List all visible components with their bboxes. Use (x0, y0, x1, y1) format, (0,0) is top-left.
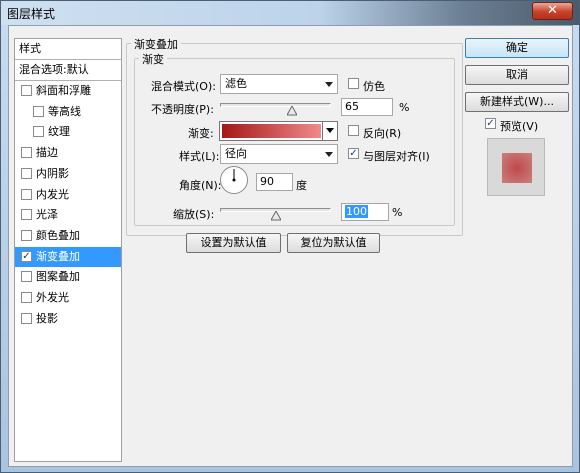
style-list-item[interactable]: 描边 (15, 143, 121, 163)
style-item-label: 颜色叠加 (36, 228, 80, 242)
dither-checkbox[interactable] (348, 78, 359, 89)
new-style-button[interactable]: 新建样式(W)... (465, 92, 569, 112)
style-item-checkbox[interactable] (33, 126, 44, 138)
dither-label: 仿色 (363, 80, 385, 93)
style-item-checkbox[interactable] (21, 271, 32, 283)
make-default-button[interactable]: 设置为默认值 (186, 233, 281, 253)
ok-button[interactable]: 确定 (465, 38, 569, 58)
style-preview (487, 138, 545, 196)
reverse-checkbox[interactable] (348, 125, 359, 136)
style-item-label: 内发光 (36, 187, 69, 201)
style-list-header[interactable]: 样式 (15, 39, 121, 59)
scale-unit: % (392, 206, 403, 219)
angle-dial[interactable] (220, 166, 248, 194)
style-item-checkbox[interactable] (21, 292, 32, 303)
style-item-label: 投影 (36, 311, 58, 325)
style-list-item[interactable]: ✓ 渐变叠加 (15, 246, 121, 267)
opacity-slider[interactable] (220, 103, 331, 107)
style-select[interactable]: 径向 (220, 144, 338, 164)
style-item-label: 纹理 (48, 125, 70, 139)
style-list-item[interactable]: 斜面和浮雕 (15, 81, 121, 101)
style-list-item[interactable]: 内发光 (15, 185, 121, 205)
close-icon: ✕ (547, 3, 558, 18)
style-list-item[interactable]: 等高线 (15, 102, 121, 122)
scale-slider-thumb[interactable] (270, 211, 281, 221)
chevron-down-icon (325, 152, 333, 157)
style-value: 径向 (225, 147, 247, 160)
scale-label: 缩放(S): (173, 208, 215, 221)
angle-unit: 度 (296, 179, 307, 192)
reverse-label: 反向(R) (363, 127, 402, 140)
style-item-label: 斜面和浮雕 (36, 84, 91, 97)
opacity-value: 65 (345, 100, 359, 113)
style-label: 样式(L): (179, 150, 220, 163)
dialog-window: 图层样式 ✕ 样式 混合选项:默认 斜面和浮雕等高线纹理描边内阴影内发光光泽颜色… (0, 0, 580, 473)
gradient-picker[interactable] (219, 121, 338, 141)
style-list-header-label: 样式 (19, 42, 41, 55)
window-title: 图层样式 (7, 7, 56, 21)
style-item-checkbox[interactable] (21, 85, 32, 96)
style-item-label: 外发光 (36, 291, 69, 304)
new-style-label: 新建样式(W)... (480, 95, 554, 108)
cancel-label: 取消 (506, 68, 528, 81)
reset-default-button[interactable]: 复位为默认值 (287, 233, 380, 253)
preview-checkbox[interactable]: ✓ (485, 118, 496, 129)
opacity-label: 不透明度(P): (151, 103, 214, 116)
style-item-checkbox[interactable] (21, 312, 32, 324)
style-list: 样式 混合选项:默认 斜面和浮雕等高线纹理描边内阴影内发光光泽颜色叠加 ✓ 渐变叠加… (14, 38, 122, 462)
style-list-item[interactable]: 内阴影 (15, 164, 121, 184)
dialog-client: 样式 混合选项:默认 斜面和浮雕等高线纹理描边内阴影内发光光泽颜色叠加 ✓ 渐变叠加… (8, 25, 573, 467)
gradient-group-title: 渐变 (139, 51, 167, 67)
style-item-checkbox[interactable] (21, 188, 32, 200)
style-item-checkbox[interactable] (33, 105, 44, 117)
style-item-checkbox[interactable] (21, 209, 32, 221)
style-preview-swatch (502, 153, 532, 183)
cancel-button[interactable]: 取消 (465, 65, 569, 85)
style-item-label: 描边 (36, 146, 58, 160)
blend-options-item[interactable]: 混合选项:默认 (15, 60, 121, 80)
style-list-item[interactable]: 投影 (15, 309, 121, 329)
style-item-checkbox[interactable] (21, 167, 32, 179)
style-list-item[interactable]: 光泽 (15, 205, 121, 225)
opacity-unit: % (399, 101, 410, 114)
angle-input[interactable]: 90 (256, 173, 293, 191)
angle-value: 90 (260, 175, 274, 188)
opacity-slider-thumb[interactable] (287, 106, 298, 116)
scale-input[interactable]: 100 (341, 203, 389, 221)
style-item-label: 渐变叠加 (36, 249, 80, 263)
blend-mode-select[interactable]: 滤色 (220, 74, 338, 94)
angle-label: 角度(N): (179, 179, 222, 192)
gradient-preview[interactable] (222, 124, 321, 138)
gradient-label: 渐变: (188, 127, 214, 140)
blend-options-label: 混合选项:默认 (19, 63, 89, 76)
blend-mode-value: 滤色 (225, 77, 247, 90)
style-item-checkbox[interactable]: ✓ (21, 250, 32, 262)
style-item-checkbox[interactable] (21, 229, 32, 241)
style-item-label: 图案叠加 (36, 270, 80, 284)
ok-label: 确定 (506, 41, 528, 54)
align-with-layer-checkbox[interactable]: ✓ (348, 148, 359, 159)
chevron-down-icon (326, 128, 334, 133)
opacity-input[interactable]: 65 (341, 98, 393, 116)
style-list-item[interactable]: 外发光 (15, 288, 121, 308)
gradient-dropdown[interactable] (322, 122, 337, 140)
blend-mode-label: 混合模式(O): (151, 80, 216, 93)
style-item-label: 光泽 (36, 208, 58, 222)
scale-value: 100 (345, 205, 368, 218)
align-with-layer-label: 与图层对齐(I) (363, 150, 430, 163)
style-list-item[interactable]: 纹理 (15, 122, 121, 142)
reset-default-label: 复位为默认值 (300, 236, 367, 249)
title-bar[interactable]: 图层样式 ✕ (1, 1, 579, 25)
angle-indicator (232, 169, 236, 182)
style-list-item[interactable]: 图案叠加 (15, 267, 121, 287)
preview-label: 预览(V) (500, 120, 539, 133)
style-list-item[interactable]: 颜色叠加 (15, 226, 121, 246)
chevron-down-icon (325, 82, 333, 87)
style-item-checkbox[interactable] (21, 147, 32, 159)
close-button[interactable]: ✕ (532, 2, 573, 20)
make-default-label: 设置为默认值 (200, 236, 267, 249)
style-item-label: 内阴影 (36, 166, 69, 180)
style-item-label: 等高线 (48, 104, 81, 118)
gradient-overlay-title: 渐变叠加 (131, 36, 181, 52)
